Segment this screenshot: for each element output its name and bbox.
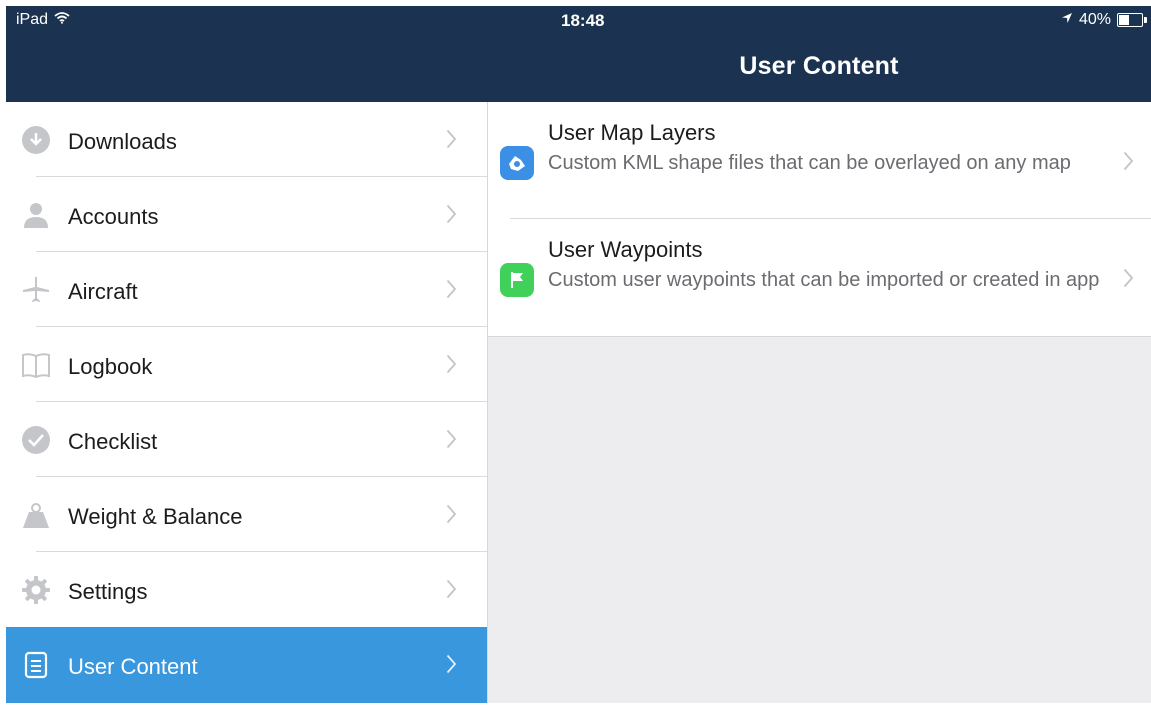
sidebar-item-label: Weight & Balance [68,504,243,529]
chevron-right-icon [446,504,457,524]
chevron-right-icon [446,654,457,674]
wifi-icon [54,11,70,29]
chevron-right-icon [446,429,457,449]
download-icon [20,124,52,156]
sidebar-item-label: User Content [68,654,198,679]
row-description: Custom user waypoints that can be import… [548,269,1100,291]
book-icon [20,349,52,381]
battery-icon [1117,13,1147,27]
sidebar-item-logbook[interactable]: Logbook [6,327,487,402]
sidebar-item-aircraft[interactable]: Aircraft [6,252,487,327]
status-left: iPad [16,11,70,29]
app-screen: iPad 18:48 40% User Content Downloads Ac… [6,6,1151,703]
detail-panel: User Map Layers Custom KML shape files t… [487,102,1151,703]
battery-percent: 40% [1078,11,1111,28]
airplane-icon [20,274,52,306]
chevron-right-icon [1123,268,1134,288]
chevron-right-icon [446,129,457,149]
checkmark-icon [20,424,52,456]
row-title: User Map Layers [548,120,716,145]
user-map-layers-row[interactable]: User Map Layers Custom KML shape files t… [488,102,1151,219]
chevron-right-icon [446,354,457,374]
sidebar-item-accounts[interactable]: Accounts [6,177,487,252]
map-layers-icon [500,146,534,180]
sidebar-item-label: Checklist [68,429,158,454]
status-right: 40% [1061,11,1147,29]
detail-list: User Map Layers Custom KML shape files t… [488,102,1151,337]
sidebar-item-downloads[interactable]: Downloads [6,102,487,177]
weight-icon [20,499,52,531]
battery-level [1119,15,1129,25]
flag-icon [500,263,534,297]
sidebar-item-label: Aircraft [68,279,138,304]
sidebar-item-user-content[interactable]: User Content [6,627,487,703]
page-title: User Content [739,52,899,80]
sidebar-item-settings[interactable]: Settings [6,552,487,627]
sidebar-item-label: Accounts [68,204,159,229]
device-name: iPad [16,11,49,28]
chevron-right-icon [446,204,457,224]
sidebar-item-label: Settings [68,579,148,604]
person-icon [20,199,52,231]
status-time: 18:48 [561,11,605,30]
location-arrow-icon [1061,11,1073,29]
sidebar-item-label: Logbook [68,354,153,379]
row-description: Custom KML shape files that can be overl… [548,152,1071,174]
sidebar: Downloads Accounts Aircraft Logbook Chec… [6,102,487,703]
chevron-right-icon [1123,151,1134,171]
sidebar-item-weight-balance[interactable]: Weight & Balance [6,477,487,552]
sidebar-item-label: Downloads [68,129,177,154]
top-bar: iPad 18:48 40% User Content [6,6,1151,102]
gear-icon [20,574,52,606]
row-title: User Waypoints [548,237,703,262]
sidebar-item-checklist[interactable]: Checklist [6,402,487,477]
chevron-right-icon [446,279,457,299]
chevron-right-icon [446,579,457,599]
user-waypoints-row[interactable]: User Waypoints Custom user waypoints tha… [488,219,1151,336]
document-icon [20,649,52,681]
